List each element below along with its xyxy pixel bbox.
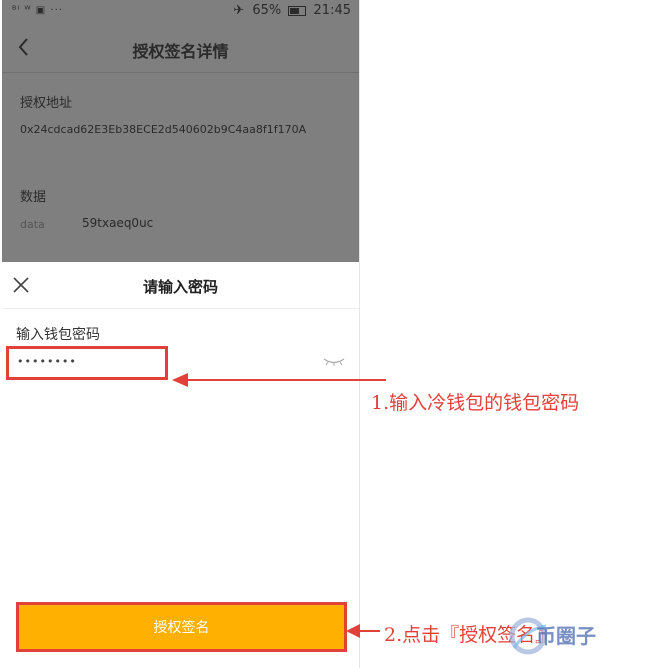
hide-password-icon[interactable] (322, 354, 346, 368)
password-field-label: 输入钱包密码 (16, 327, 100, 343)
watermark-text: 币圈子 (536, 624, 596, 648)
battery-percent: 65% (252, 3, 282, 18)
status-left-icons: ᴮᴵ ᵂ ▣ ··· (12, 5, 63, 16)
data-value: 59txaeq0uc (82, 216, 154, 230)
annotation-step-1: 1.输入冷钱包的钱包密码 (371, 392, 580, 414)
address-value: 0x24cdcad62E3Eb38ECE2d540602b9C4aa8f1f17… (20, 123, 307, 136)
page-title: 授权签名详情 (132, 42, 229, 61)
battery-icon (288, 5, 307, 16)
password-input[interactable]: •••••••• (6, 346, 168, 380)
authorize-sign-label: 授权签名 (153, 620, 210, 636)
nav-bar: 授权签名详情 (2, 24, 359, 73)
sheet-title: 请输入密码 (142, 278, 218, 296)
address-label: 授权地址 (20, 96, 73, 111)
status-right: ✈ 65% 21:45 (233, 3, 351, 18)
password-sheet-header: 请输入密码 (2, 262, 359, 309)
annotation-arrow-1 (172, 373, 386, 387)
annotation-arrow-2 (346, 624, 380, 638)
authorize-sign-button[interactable]: 授权签名 (16, 602, 347, 652)
status-bar: ᴮᴵ ᵂ ▣ ··· ✈ 65% 21:45 (2, 0, 359, 24)
airplane-icon: ✈ (233, 3, 245, 18)
dimmed-background: ᴮᴵ ᵂ ▣ ··· ✈ 65% 21:45 授权签名详情 授权地址 0x24c… (2, 0, 359, 262)
data-label: 数据 (20, 190, 47, 205)
data-key: data (20, 218, 45, 231)
clock: 21:45 (313, 3, 351, 18)
phone-screen: ᴮᴵ ᵂ ▣ ··· ✈ 65% 21:45 授权签名详情 授权地址 0x24c… (2, 0, 360, 668)
